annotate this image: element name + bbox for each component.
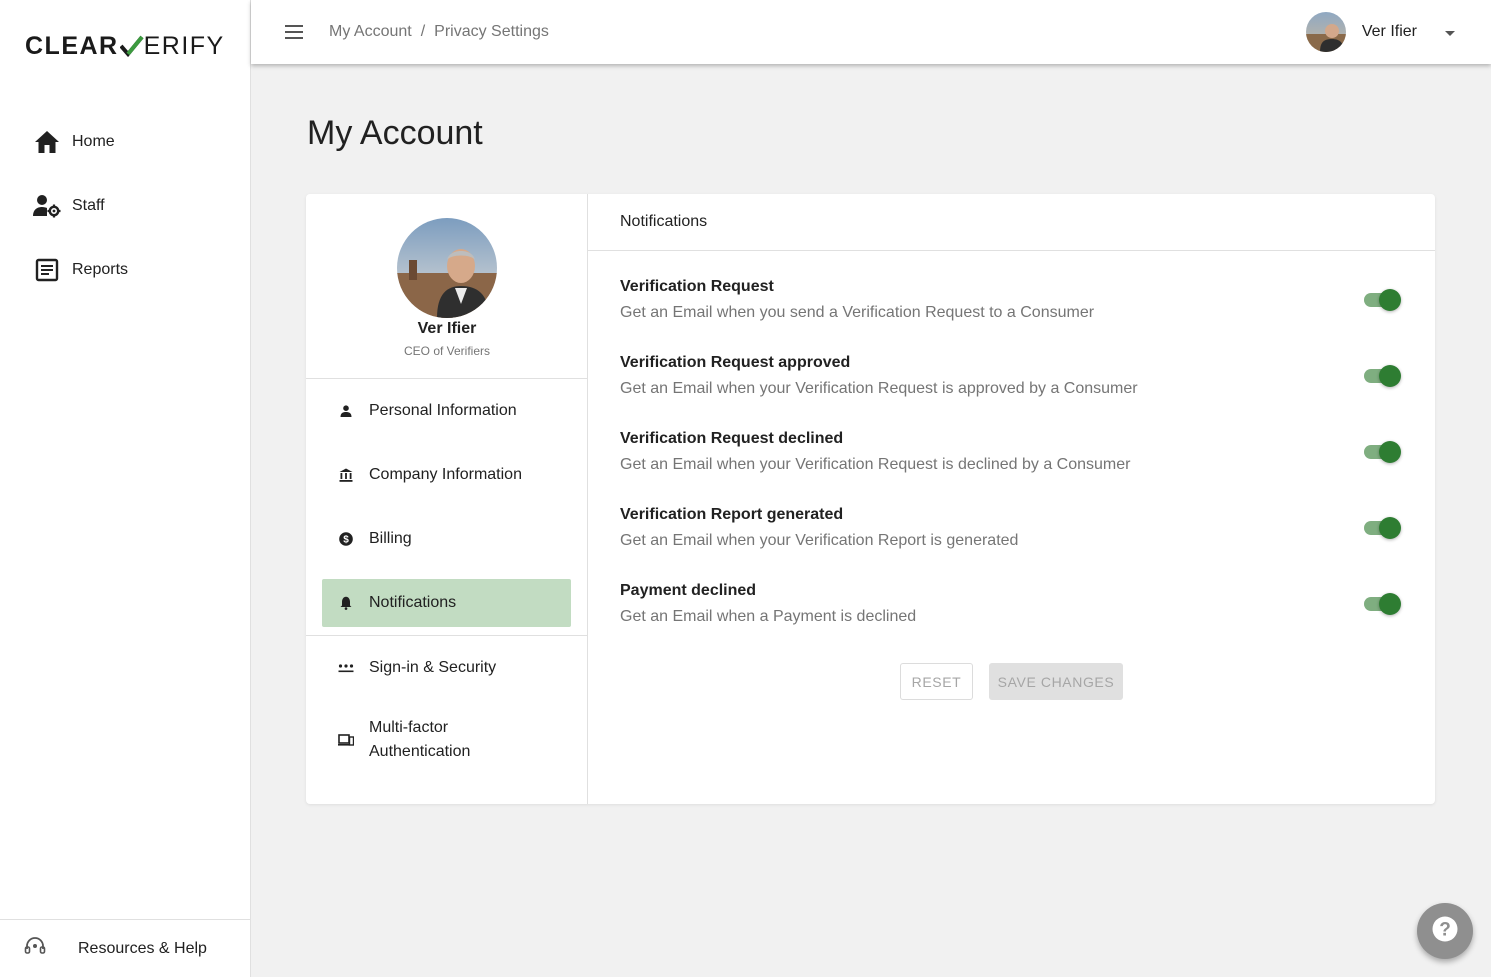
notification-description: Get an Email when your Verification Requ… (620, 456, 1131, 473)
reset-button[interactable]: RESET (900, 663, 973, 700)
notification-description: Get an Email when you send a Verificatio… (620, 304, 1095, 321)
profile-name: Ver Ifier (417, 320, 477, 337)
notification-description: Get an Email when your Verification Requ… (620, 380, 1138, 397)
account-nav-label: Company Information (369, 466, 522, 483)
page-title: My Account (307, 114, 483, 152)
notification-title: Payment declined (620, 582, 757, 599)
form-actions: RESET SAVE CHANGES (900, 663, 1123, 700)
sidebar: CLEAR ERIFY Home Staff Reports Resources… (0, 0, 251, 977)
menu-icon[interactable] (282, 20, 306, 44)
account-card: Ver Ifier CEO of Verifiers Personal Info… (306, 194, 1435, 804)
avatar (1305, 12, 1346, 52)
sidebar-item-label: Home (72, 133, 115, 150)
checkmark-icon (119, 35, 144, 57)
clearverify-logo[interactable]: CLEAR ERIFY (25, 31, 225, 61)
user-name: Ver Ifier (1361, 23, 1417, 40)
profile-title: CEO of Verifiers (403, 344, 491, 358)
breadcrumb: My Account / Privacy Settings (329, 23, 549, 41)
logo-text-verify: ERIFY (143, 31, 225, 60)
user-menu[interactable]: Ver Ifier (1305, 12, 1455, 52)
account-nav-signin-security[interactable]: Sign-in & Security (306, 636, 587, 700)
account-nav-company-information[interactable]: Company Information (306, 443, 587, 507)
sidebar-item-label: Reports (72, 261, 129, 278)
svg-text:$: $ (343, 535, 349, 546)
notification-title: Verification Request declined (620, 430, 844, 447)
notification-title: Verification Request approved (620, 354, 851, 371)
home-icon (33, 128, 61, 156)
breadcrumb-separator: / (420, 23, 426, 40)
notification-list: Verification Request Get an Email when y… (620, 275, 1401, 655)
dollar-icon: $ (338, 531, 354, 547)
account-nav-label: Notifications (369, 594, 457, 611)
notification-setting: Verification Request Get an Email when y… (620, 275, 1401, 351)
account-nav-label: Sign-in & Security (369, 659, 497, 676)
notification-setting: Verification Request approved Get an Ema… (620, 351, 1401, 427)
notification-toggle[interactable] (1364, 441, 1401, 463)
profile-summary: Ver Ifier CEO of Verifiers (306, 194, 587, 379)
save-changes-button[interactable]: SAVE CHANGES (989, 663, 1123, 700)
question-icon: ? (1432, 916, 1458, 947)
sidebar-item-reports[interactable]: Reports (0, 238, 250, 302)
notification-toggle[interactable] (1364, 365, 1401, 387)
account-nav-label: Multi-factor Authentication (369, 719, 471, 760)
sidebar-item-staff[interactable]: Staff (0, 174, 250, 238)
bank-icon (338, 467, 354, 483)
sidebar-item-home[interactable]: Home (0, 110, 250, 174)
breadcrumb-privacy-settings: Privacy Settings (434, 23, 549, 40)
bell-icon (338, 595, 354, 611)
svg-text:?: ? (1439, 919, 1451, 940)
notification-setting: Payment declined Get an Email when a Pay… (620, 579, 1401, 655)
resources-help-link[interactable]: Resources & Help (0, 919, 250, 977)
account-nav-label: Personal Information (369, 402, 517, 419)
person-icon (338, 403, 354, 419)
panel-title: Notifications (588, 194, 1435, 251)
sidebar-item-label: Staff (72, 197, 105, 214)
notification-title: Verification Report generated (620, 506, 844, 523)
profile-avatar (397, 218, 497, 318)
account-nav-personal-information[interactable]: Personal Information (306, 379, 587, 443)
account-nav: Personal Information Company Information… (306, 379, 587, 780)
logo-text-clear: CLEAR (25, 31, 119, 60)
notification-description: Get an Email when a Payment is declined (620, 608, 917, 625)
top-app-bar: My Account / Privacy Settings Ver Ifier (251, 0, 1491, 64)
resources-help-label: Resources & Help (78, 939, 207, 957)
notification-setting: Verification Request declined Get an Ema… (620, 427, 1401, 503)
account-nav-notifications[interactable]: Notifications (322, 579, 571, 627)
headset-icon (24, 936, 46, 961)
notification-title: Verification Request (620, 278, 774, 295)
account-nav-label: Billing (369, 530, 412, 547)
help-fab-button[interactable]: ? (1417, 903, 1473, 959)
account-sidebar: Ver Ifier CEO of Verifiers Personal Info… (306, 194, 588, 804)
notifications-panel: Notifications Verification Request Get a… (588, 194, 1435, 804)
report-icon (33, 256, 61, 284)
sidebar-nav: Home Staff Reports (0, 110, 250, 302)
breadcrumb-my-account[interactable]: My Account (329, 23, 412, 41)
notification-setting: Verification Report generated Get an Ema… (620, 503, 1401, 579)
notification-toggle[interactable] (1364, 517, 1401, 539)
password-icon (338, 660, 354, 676)
chevron-down-icon (1445, 23, 1455, 41)
notification-toggle[interactable] (1364, 289, 1401, 311)
account-nav-billing[interactable]: $ Billing (306, 507, 587, 571)
notification-description: Get an Email when your Verification Repo… (620, 532, 1019, 549)
staff-gear-icon (33, 192, 61, 220)
notification-toggle[interactable] (1364, 593, 1401, 615)
account-nav-multi-factor-authentication[interactable]: Multi-factor Authentication (306, 700, 587, 780)
devices-icon (338, 732, 354, 748)
